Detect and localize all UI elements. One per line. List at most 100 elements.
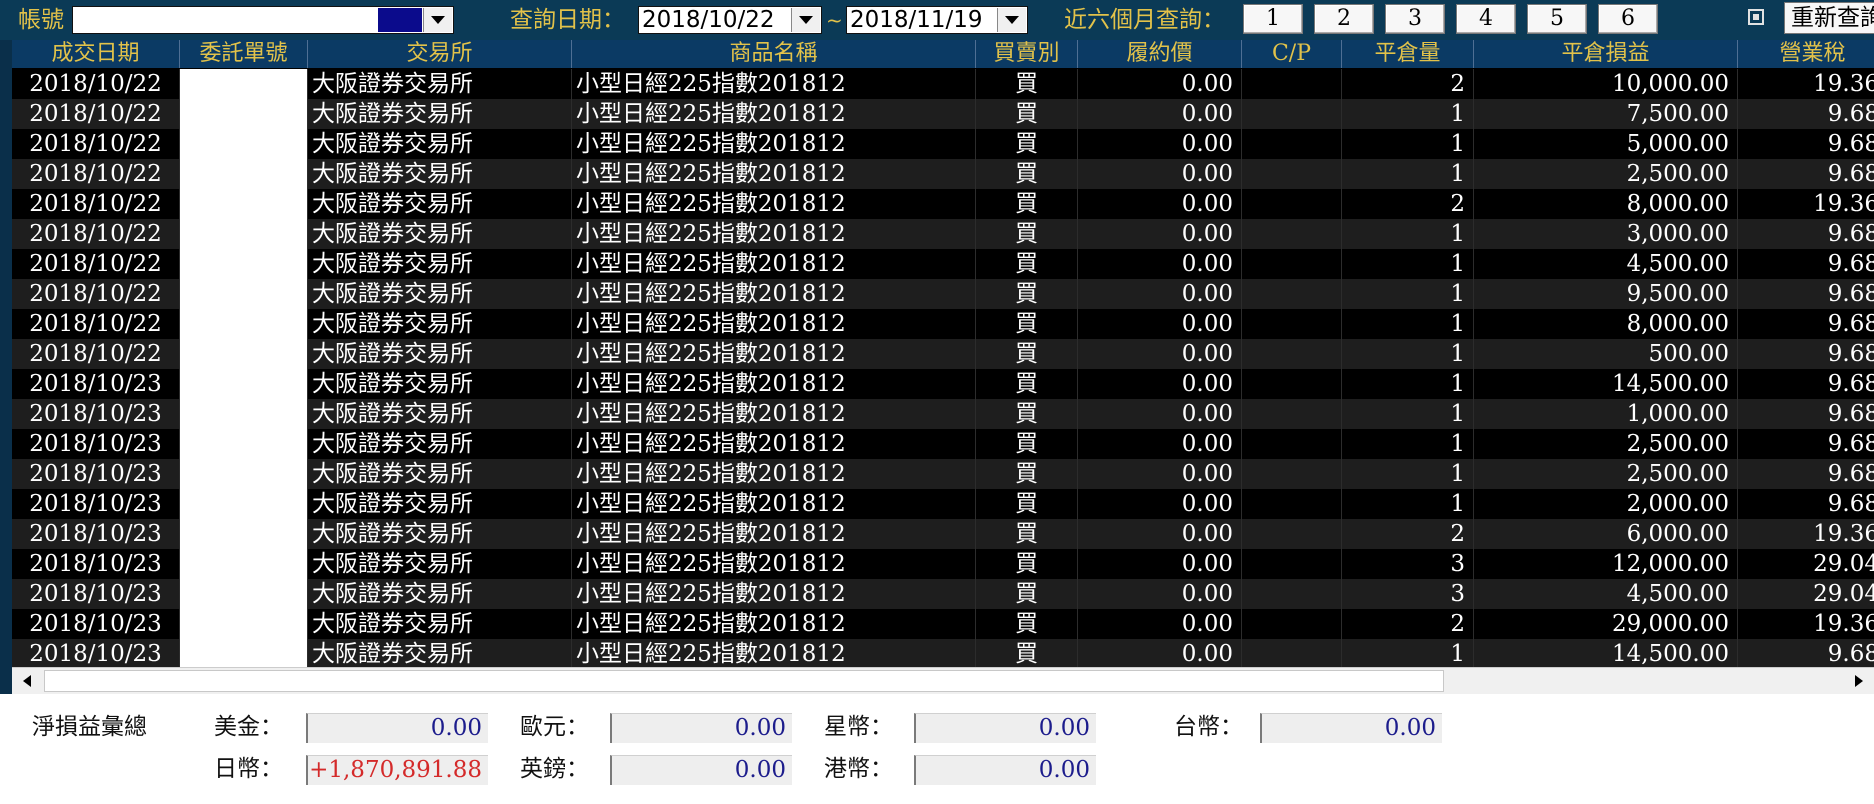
table-row[interactable]: 2018/10/22 大阪證券交易所 小型日經225指數201812 買 0.00 1 9,… xyxy=(12,279,1874,309)
header-col-exchange[interactable]: 交易所 xyxy=(308,40,572,68)
cell-business-tax: 19.36 xyxy=(1738,609,1874,639)
summary-title: 淨損益彙總 xyxy=(32,714,147,740)
cell-business-tax: 19.36 xyxy=(1738,519,1874,549)
header-col-close-pnl[interactable]: 平倉損益 xyxy=(1474,40,1738,68)
cell-close-qty: 1 xyxy=(1342,459,1474,489)
table-row[interactable]: 2018/10/23 大阪證券交易所 小型日經225指數201812 買 0.00 1 2,… xyxy=(12,459,1874,489)
cell-trade-date: 2018/10/22 xyxy=(12,309,180,339)
cell-call-put xyxy=(1242,399,1342,429)
table-row[interactable]: 2018/10/22 大阪證券交易所 小型日經225指數201812 買 0.00 1 4,… xyxy=(12,249,1874,279)
table-row[interactable]: 2018/10/22 大阪證券交易所 小型日經225指數201812 買 0.00 1 8,… xyxy=(12,309,1874,339)
cell-business-tax: 9.68 xyxy=(1738,279,1874,309)
header-col-call-put[interactable]: C/P xyxy=(1242,40,1342,68)
account-dropdown-button[interactable] xyxy=(423,8,452,32)
scrollbar-thumb[interactable] xyxy=(44,670,1444,692)
cell-close-qty: 1 xyxy=(1342,219,1474,249)
month-button-5[interactable]: 5 xyxy=(1527,4,1587,34)
table-row[interactable]: 2018/10/23 大阪證券交易所 小型日經225指數201812 買 0.00 3 4,… xyxy=(12,579,1874,609)
cell-buy-sell: 買 xyxy=(976,639,1078,667)
table-row[interactable]: 2018/10/22 大阪證券交易所 小型日經225指數201812 買 0.00 2 10… xyxy=(12,69,1874,99)
cell-close-pnl: 8,000.00 xyxy=(1474,309,1738,339)
cell-close-pnl: 6,000.00 xyxy=(1474,519,1738,549)
cell-close-pnl: 2,500.00 xyxy=(1474,459,1738,489)
cell-close-pnl: 2,500.00 xyxy=(1474,159,1738,189)
cell-call-put xyxy=(1242,159,1342,189)
table-row[interactable]: 2018/10/23 大阪證券交易所 小型日經225指數201812 買 0.00 3 12… xyxy=(12,549,1874,579)
table-row[interactable]: 2018/10/23 大阪證券交易所 小型日經225指數201812 買 0.00 1 14… xyxy=(12,639,1874,667)
cell-product-name: 小型日經225指數201812 xyxy=(572,609,976,639)
table-row[interactable]: 2018/10/22 大阪證券交易所 小型日經225指數201812 買 0.00 1 5,… xyxy=(12,129,1874,159)
date-to-dropdown-button[interactable] xyxy=(997,8,1026,32)
cell-order-no xyxy=(180,129,308,159)
cell-order-no xyxy=(180,339,308,369)
table-row[interactable]: 2018/10/22 大阪證券交易所 小型日經225指數201812 買 0.00 1 50… xyxy=(12,339,1874,369)
month-button-1[interactable]: 1 xyxy=(1243,4,1303,34)
date-to-picker[interactable]: 2018/11/19 xyxy=(846,6,1028,34)
scroll-left-button[interactable] xyxy=(12,668,42,694)
table-row[interactable]: 2018/10/22 大阪證券交易所 小型日經225指數201812 買 0.00 1 3,… xyxy=(12,219,1874,249)
cell-strike-price: 0.00 xyxy=(1078,399,1242,429)
cell-exchange: 大阪證券交易所 xyxy=(308,489,572,519)
table-row[interactable]: 2018/10/23 大阪證券交易所 小型日經225指數201812 買 0.00 2 6,… xyxy=(12,519,1874,549)
sgd-label: 星幣： xyxy=(824,714,893,740)
cell-exchange: 大阪證券交易所 xyxy=(308,399,572,429)
refresh-query-button[interactable]: 重新查詢 xyxy=(1784,2,1874,34)
cell-order-no xyxy=(180,429,308,459)
table-row[interactable]: 2018/10/22 大阪證券交易所 小型日經225指數201812 買 0.00 2 8,… xyxy=(12,189,1874,219)
table-row[interactable]: 2018/10/22 大阪證券交易所 小型日經225指數201812 買 0.00 1 2,… xyxy=(12,159,1874,189)
table-row[interactable]: 2018/10/22 大阪證券交易所 小型日經225指數201812 買 0.00 1 7,… xyxy=(12,99,1874,129)
cell-close-pnl: 29,000.00 xyxy=(1474,609,1738,639)
cell-close-qty: 1 xyxy=(1342,429,1474,459)
cell-order-no xyxy=(180,639,308,667)
month-button-2[interactable]: 2 xyxy=(1314,4,1374,34)
cell-business-tax: 9.68 xyxy=(1738,639,1874,667)
jpy-value: +1,870,891.88 xyxy=(306,755,488,785)
horizontal-scrollbar[interactable] xyxy=(12,667,1874,694)
date-from-dropdown-button[interactable] xyxy=(791,8,820,32)
cell-trade-date: 2018/10/22 xyxy=(12,99,180,129)
table-row[interactable]: 2018/10/23 大阪證券交易所 小型日經225指數201812 買 0.00 2 29… xyxy=(12,609,1874,639)
cell-buy-sell: 買 xyxy=(976,309,1078,339)
cell-order-no xyxy=(180,189,308,219)
scroll-right-button[interactable] xyxy=(1844,668,1874,694)
cell-close-pnl: 9,500.00 xyxy=(1474,279,1738,309)
header-col-order-no[interactable]: 委託單號 xyxy=(180,40,308,68)
header-col-product-name[interactable]: 商品名稱 xyxy=(572,40,976,68)
table-row[interactable]: 2018/10/23 大阪證券交易所 小型日經225指數201812 買 0.00 1 1,… xyxy=(12,399,1874,429)
header-col-strike-price[interactable]: 履約價 xyxy=(1078,40,1242,68)
cell-trade-date: 2018/10/23 xyxy=(12,429,180,459)
table-row[interactable]: 2018/10/23 大阪證券交易所 小型日經225指數201812 買 0.00 1 14… xyxy=(12,369,1874,399)
cell-business-tax: 29.04 xyxy=(1738,549,1874,579)
cell-business-tax: 9.68 xyxy=(1738,159,1874,189)
account-select[interactable] xyxy=(72,6,454,34)
header-col-close-qty[interactable]: 平倉量 xyxy=(1342,40,1474,68)
header-col-buy-sell[interactable]: 買賣別 xyxy=(976,40,1078,68)
month-button-6[interactable]: 6 xyxy=(1598,4,1658,34)
cell-call-put xyxy=(1242,459,1342,489)
cell-call-put xyxy=(1242,99,1342,129)
cell-close-pnl: 14,500.00 xyxy=(1474,639,1738,667)
cell-business-tax: 9.68 xyxy=(1738,429,1874,459)
cell-close-qty: 1 xyxy=(1342,159,1474,189)
cell-trade-date: 2018/10/23 xyxy=(12,579,180,609)
cell-buy-sell: 買 xyxy=(976,399,1078,429)
cell-business-tax: 9.68 xyxy=(1738,339,1874,369)
table-row[interactable]: 2018/10/23 大阪證券交易所 小型日經225指數201812 買 0.00 1 2,… xyxy=(12,429,1874,459)
table-row[interactable]: 2018/10/23 大阪證券交易所 小型日經225指數201812 買 0.00 1 2,… xyxy=(12,489,1874,519)
cell-close-pnl: 2,500.00 xyxy=(1474,429,1738,459)
date-from-picker[interactable]: 2018/10/22 xyxy=(638,6,822,34)
cell-order-no xyxy=(180,609,308,639)
header-col-business-tax[interactable]: 營業稅 xyxy=(1738,40,1874,68)
header-col-trade-date[interactable]: 成交日期 xyxy=(12,40,180,68)
options-icon[interactable] xyxy=(1748,9,1764,25)
month-button-4[interactable]: 4 xyxy=(1456,4,1516,34)
month-button-3[interactable]: 3 xyxy=(1385,4,1445,34)
cell-trade-date: 2018/10/22 xyxy=(12,69,180,99)
cell-buy-sell: 買 xyxy=(976,279,1078,309)
cell-close-qty: 1 xyxy=(1342,369,1474,399)
cell-buy-sell: 買 xyxy=(976,69,1078,99)
cell-close-pnl: 5,000.00 xyxy=(1474,129,1738,159)
usd-value: 0.00 xyxy=(306,713,488,743)
cell-exchange: 大阪證券交易所 xyxy=(308,159,572,189)
cell-exchange: 大阪證券交易所 xyxy=(308,219,572,249)
